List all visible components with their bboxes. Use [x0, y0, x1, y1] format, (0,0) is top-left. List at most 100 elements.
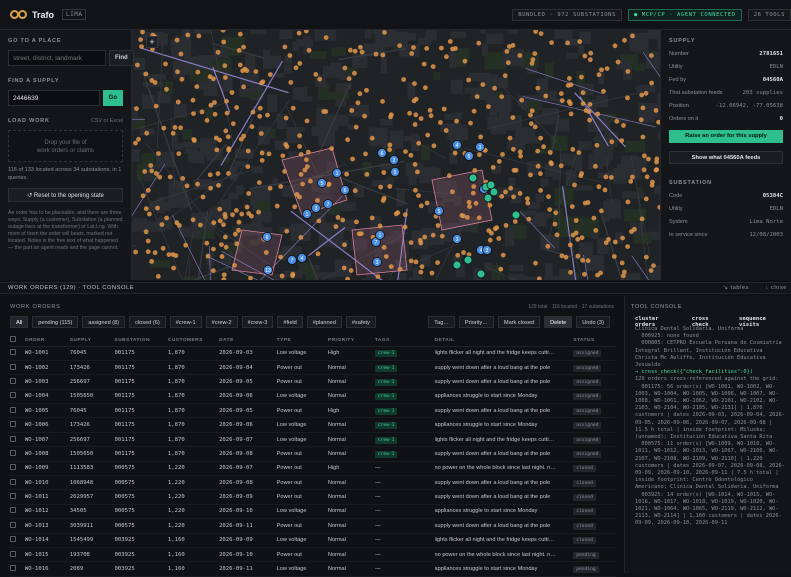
supply-marker[interactable] — [142, 169, 147, 174]
column-header[interactable]: DETAIL — [435, 335, 574, 346]
supply-marker[interactable] — [340, 218, 345, 223]
supply-marker[interactable] — [409, 51, 414, 56]
supply-search-input[interactable]: 2446639 — [8, 90, 100, 106]
zoom-in-button[interactable]: + — [146, 36, 158, 48]
supply-marker[interactable] — [218, 219, 223, 224]
place-search-input[interactable] — [8, 50, 106, 66]
selected-order-marker[interactable] — [464, 256, 472, 264]
supply-marker[interactable] — [560, 253, 565, 258]
supply-marker[interactable] — [353, 49, 358, 54]
supply-marker[interactable] — [422, 62, 427, 67]
row-checkbox[interactable] — [10, 407, 16, 413]
supply-marker[interactable] — [163, 62, 168, 67]
supply-marker[interactable] — [628, 179, 633, 184]
supply-marker[interactable] — [234, 105, 239, 110]
supply-marker[interactable] — [315, 198, 320, 203]
supply-marker[interactable] — [613, 43, 618, 48]
supply-marker[interactable] — [239, 137, 244, 142]
supply-marker[interactable] — [226, 171, 231, 176]
table-row[interactable]: WO-101120299570005751,2202026-09-09Power… — [10, 490, 616, 504]
supply-marker[interactable] — [283, 45, 288, 50]
supply-marker[interactable] — [412, 81, 417, 86]
supply-marker[interactable] — [398, 267, 403, 272]
supply-marker[interactable] — [216, 50, 221, 55]
supply-marker[interactable] — [528, 173, 533, 178]
supply-marker[interactable] — [156, 151, 161, 156]
supply-marker[interactable] — [504, 223, 509, 228]
supply-marker[interactable] — [185, 184, 190, 189]
supply-marker[interactable] — [651, 263, 656, 268]
table-row[interactable]: WO-100911135830005751,2202026-09-07Power… — [10, 461, 616, 475]
order-cluster-marker[interactable]: 1 — [376, 231, 385, 240]
supply-marker[interactable] — [354, 125, 359, 130]
column-header[interactable]: DATE — [219, 335, 277, 346]
supply-marker[interactable] — [225, 111, 230, 116]
supply-marker[interactable] — [572, 183, 577, 188]
filter-chip[interactable]: closed (6) — [129, 316, 166, 328]
supply-marker[interactable] — [178, 125, 183, 130]
supply-marker[interactable] — [149, 78, 154, 83]
supply-marker[interactable] — [595, 112, 600, 117]
supply-marker[interactable] — [577, 39, 582, 44]
supply-marker[interactable] — [467, 200, 472, 205]
supply-marker[interactable] — [380, 99, 385, 104]
reset-button[interactable]: ↺ Reset to the opening state — [8, 188, 123, 202]
supply-marker[interactable] — [388, 143, 393, 148]
supply-marker[interactable] — [646, 157, 651, 162]
supply-marker[interactable] — [529, 121, 534, 126]
supply-marker[interactable] — [547, 207, 552, 212]
row-checkbox[interactable] — [10, 392, 16, 398]
order-cluster-marker[interactable]: 3 — [483, 246, 492, 255]
supply-marker[interactable] — [370, 216, 375, 221]
selected-order-marker[interactable] — [469, 174, 477, 182]
supply-marker[interactable] — [609, 139, 614, 144]
order-cluster-marker[interactable]: 6 — [263, 233, 272, 242]
supply-marker[interactable] — [444, 128, 449, 133]
supply-marker[interactable] — [649, 268, 654, 273]
supply-marker[interactable] — [360, 50, 365, 55]
supply-marker[interactable] — [234, 241, 239, 246]
supply-marker[interactable] — [639, 93, 644, 98]
supply-marker[interactable] — [180, 77, 185, 82]
order-cluster-marker[interactable]: 13 — [264, 266, 273, 275]
supply-marker[interactable] — [419, 270, 424, 275]
selected-order-marker[interactable] — [512, 211, 520, 219]
supply-marker[interactable] — [204, 241, 209, 246]
supply-marker[interactable] — [498, 267, 503, 272]
supply-marker[interactable] — [506, 60, 511, 65]
row-checkbox[interactable] — [10, 536, 16, 542]
row-checkbox[interactable] — [10, 479, 16, 485]
supply-marker[interactable] — [348, 48, 353, 53]
order-cluster-marker[interactable]: 5 — [318, 179, 327, 188]
supply-marker[interactable] — [424, 46, 429, 51]
supply-marker[interactable] — [226, 134, 231, 139]
order-cluster-marker[interactable]: 3 — [373, 258, 382, 267]
supply-marker[interactable] — [439, 46, 444, 51]
supply-marker[interactable] — [259, 131, 264, 136]
supply-marker[interactable] — [134, 106, 139, 111]
supply-marker[interactable] — [593, 228, 598, 233]
supply-marker[interactable] — [164, 87, 169, 92]
supply-marker[interactable] — [518, 154, 523, 159]
supply-marker[interactable] — [238, 32, 243, 37]
supply-marker[interactable] — [429, 113, 434, 118]
filter-chip[interactable]: #planned — [307, 316, 342, 328]
supply-marker[interactable] — [254, 69, 259, 74]
supply-marker[interactable] — [278, 184, 283, 189]
supply-marker[interactable] — [559, 163, 564, 168]
supply-marker[interactable] — [265, 113, 270, 118]
supply-marker[interactable] — [179, 52, 184, 57]
supply-marker[interactable] — [619, 138, 624, 143]
supply-marker[interactable] — [580, 258, 585, 263]
raise-order-button[interactable]: Raise an order for this supply — [669, 130, 783, 143]
supply-marker[interactable] — [497, 159, 502, 164]
supply-marker[interactable] — [579, 171, 584, 176]
order-cluster-marker[interactable]: 2 — [390, 156, 399, 165]
order-cluster-marker[interactable]: 4 — [298, 254, 307, 263]
supply-marker[interactable] — [423, 85, 428, 90]
table-row[interactable]: WO-10151937080039251,1602026-09-10Power … — [10, 547, 616, 561]
supply-marker[interactable] — [278, 255, 283, 260]
show-feeds-button[interactable]: Show what 04560A feeds — [669, 151, 783, 164]
supply-marker[interactable] — [468, 121, 473, 126]
supply-marker[interactable] — [500, 152, 505, 157]
